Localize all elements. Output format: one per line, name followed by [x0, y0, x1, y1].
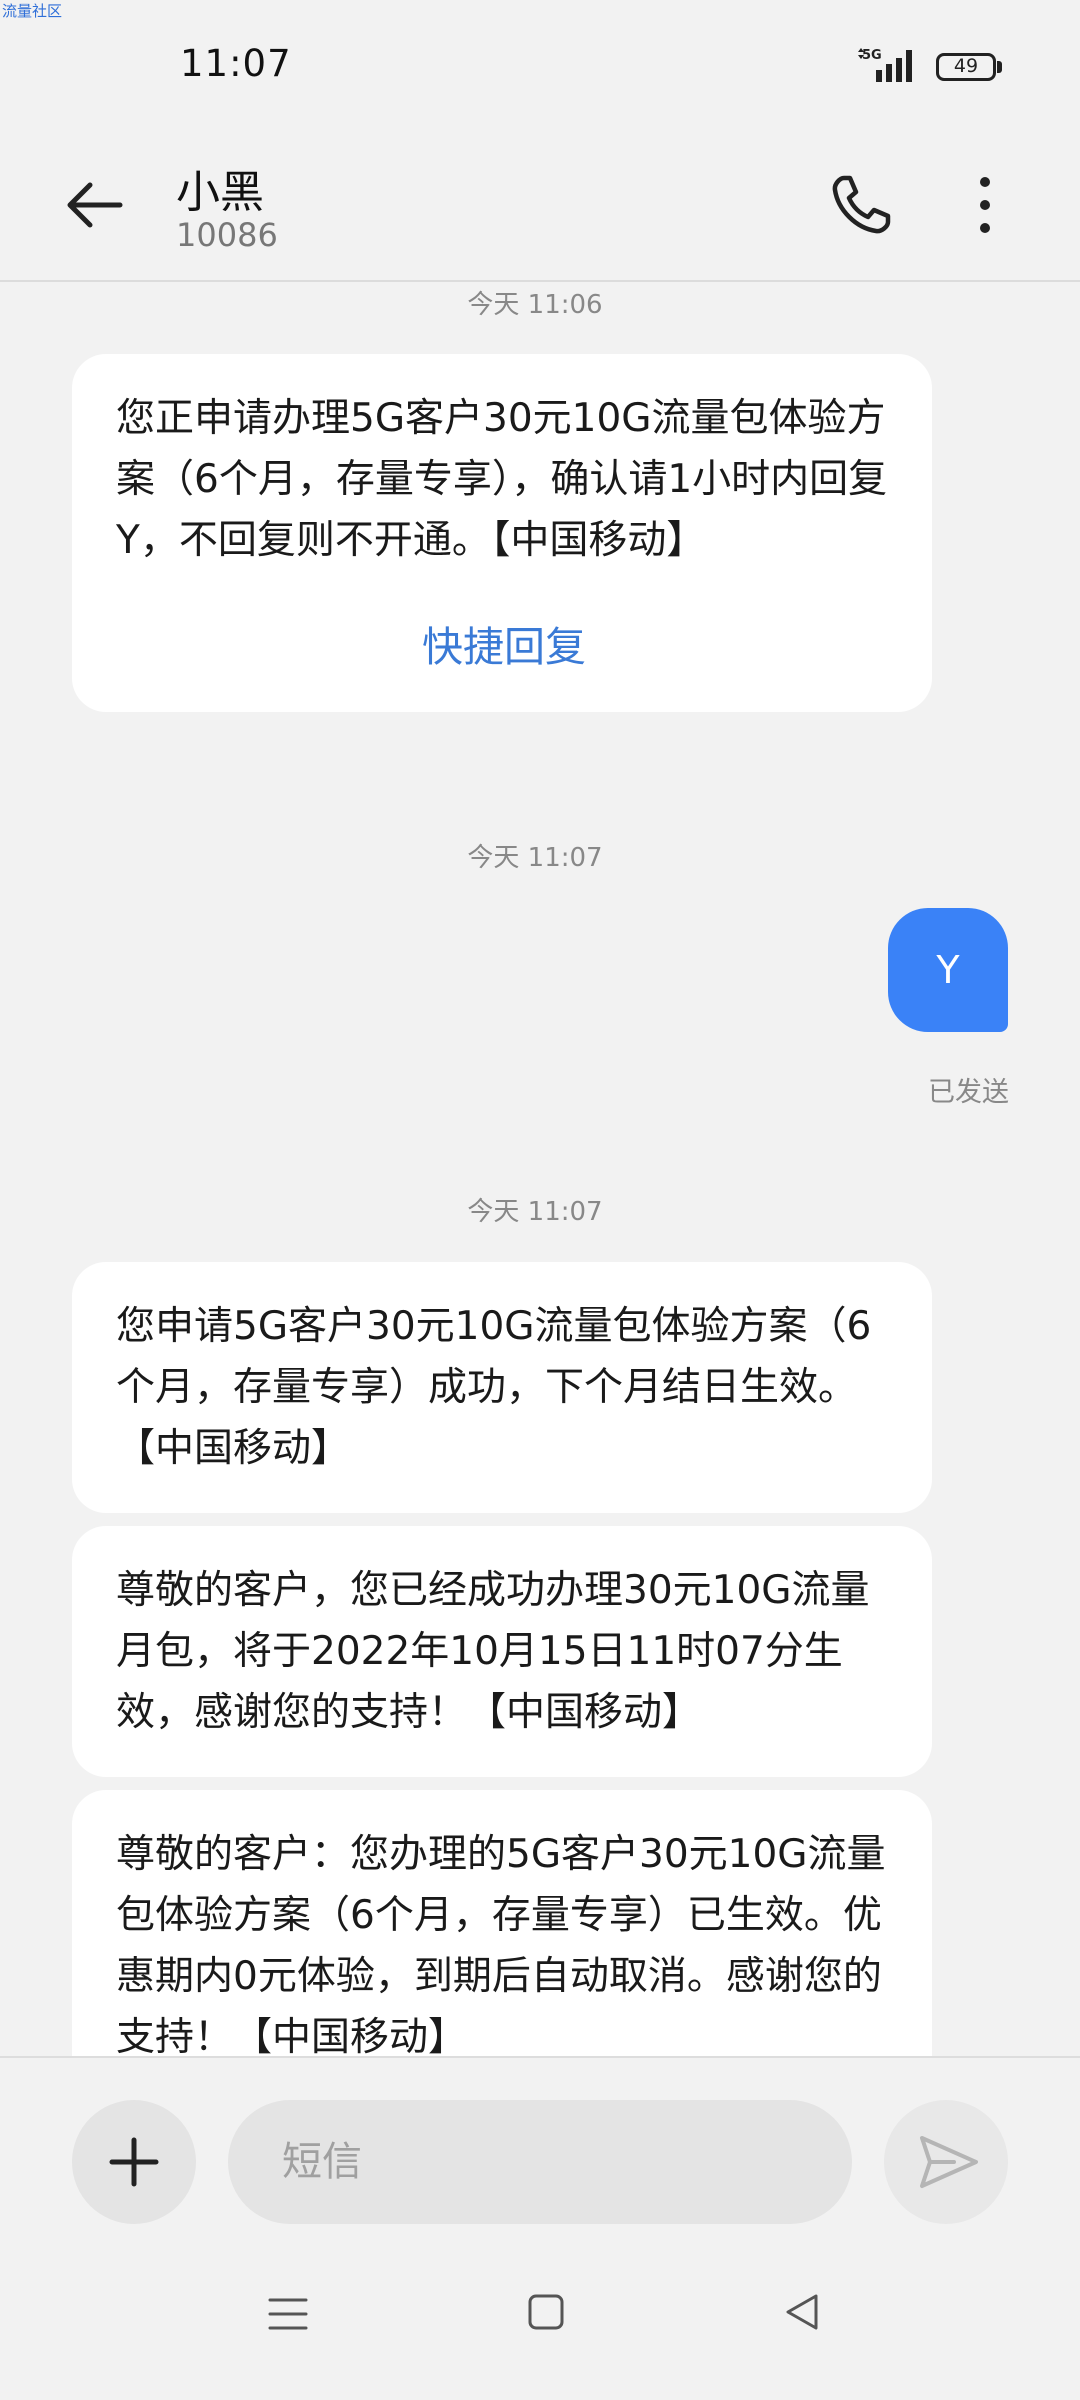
timestamp: 今天 11:07: [467, 1197, 603, 1227]
status-time: 11:07: [180, 42, 292, 85]
timestamp: 今天 11:06: [467, 290, 603, 320]
contact-number: 10086: [176, 216, 278, 254]
sent-status: 已发送: [928, 1077, 1009, 1108]
status-bar: 11:07 5G 49: [0, 0, 1080, 130]
message-text: 您申请5G客户30元10G流量包体验方案（6个月，存量专享）成功，下个月结日生效…: [116, 1304, 872, 1471]
quick-reply-button[interactable]: 快捷回复: [116, 617, 892, 678]
battery-level: 49: [936, 53, 996, 81]
message-text: 尊敬的客户，您已经成功办理30元10G流量月包，将于2022年10月15日11时…: [116, 1568, 870, 1735]
back-arrow-icon[interactable]: [60, 170, 130, 240]
conversation-header: 小黑 10086: [0, 130, 1080, 282]
message-list[interactable]: 今天 11:06 您正申请办理5G客户30元10G流量包体验方案（6个月，存量专…: [0, 284, 1080, 2056]
received-message-2: 您申请5G客户30元10G流量包体验方案（6个月，存量专享）成功，下个月结日生效…: [72, 1262, 932, 1513]
composer-bar: [0, 2056, 1080, 2400]
nav-menu-icon[interactable]: [266, 2294, 310, 2334]
signal-5g-icon: 5G: [858, 48, 912, 82]
received-message-4: 尊敬的客户：您办理的5G客户30元10G流量包体验方案（6个月，存量专享）已生效…: [72, 1790, 932, 2056]
sent-message: Y: [888, 908, 1008, 1032]
add-icon[interactable]: [72, 2100, 196, 2224]
contact-name: 小黑: [176, 167, 264, 218]
received-message-1: 您正申请办理5G客户30元10G流量包体验方案（6个月，存量专享），确认请1小时…: [72, 354, 932, 712]
send-icon[interactable]: [884, 2100, 1008, 2224]
nav-back-icon[interactable]: [782, 2290, 822, 2334]
received-message-3: 尊敬的客户，您已经成功办理30元10G流量月包，将于2022年10月15日11时…: [72, 1526, 932, 1777]
phone-icon[interactable]: [826, 170, 896, 240]
more-vertical-icon[interactable]: [960, 170, 1010, 240]
battery-icon: 49: [936, 53, 1002, 81]
network-label: 5G: [862, 48, 882, 63]
nav-home-icon[interactable]: [526, 2292, 566, 2332]
message-text: 尊敬的客户：您办理的5G客户30元10G流量包体验方案（6个月，存量专享）已生效…: [116, 1832, 886, 2056]
sms-input[interactable]: [228, 2100, 852, 2224]
timestamp: 今天 11:07: [467, 843, 603, 873]
message-text: 您正申请办理5G客户30元10G流量包体验方案（6个月，存量专享），确认请1小时…: [116, 396, 888, 563]
